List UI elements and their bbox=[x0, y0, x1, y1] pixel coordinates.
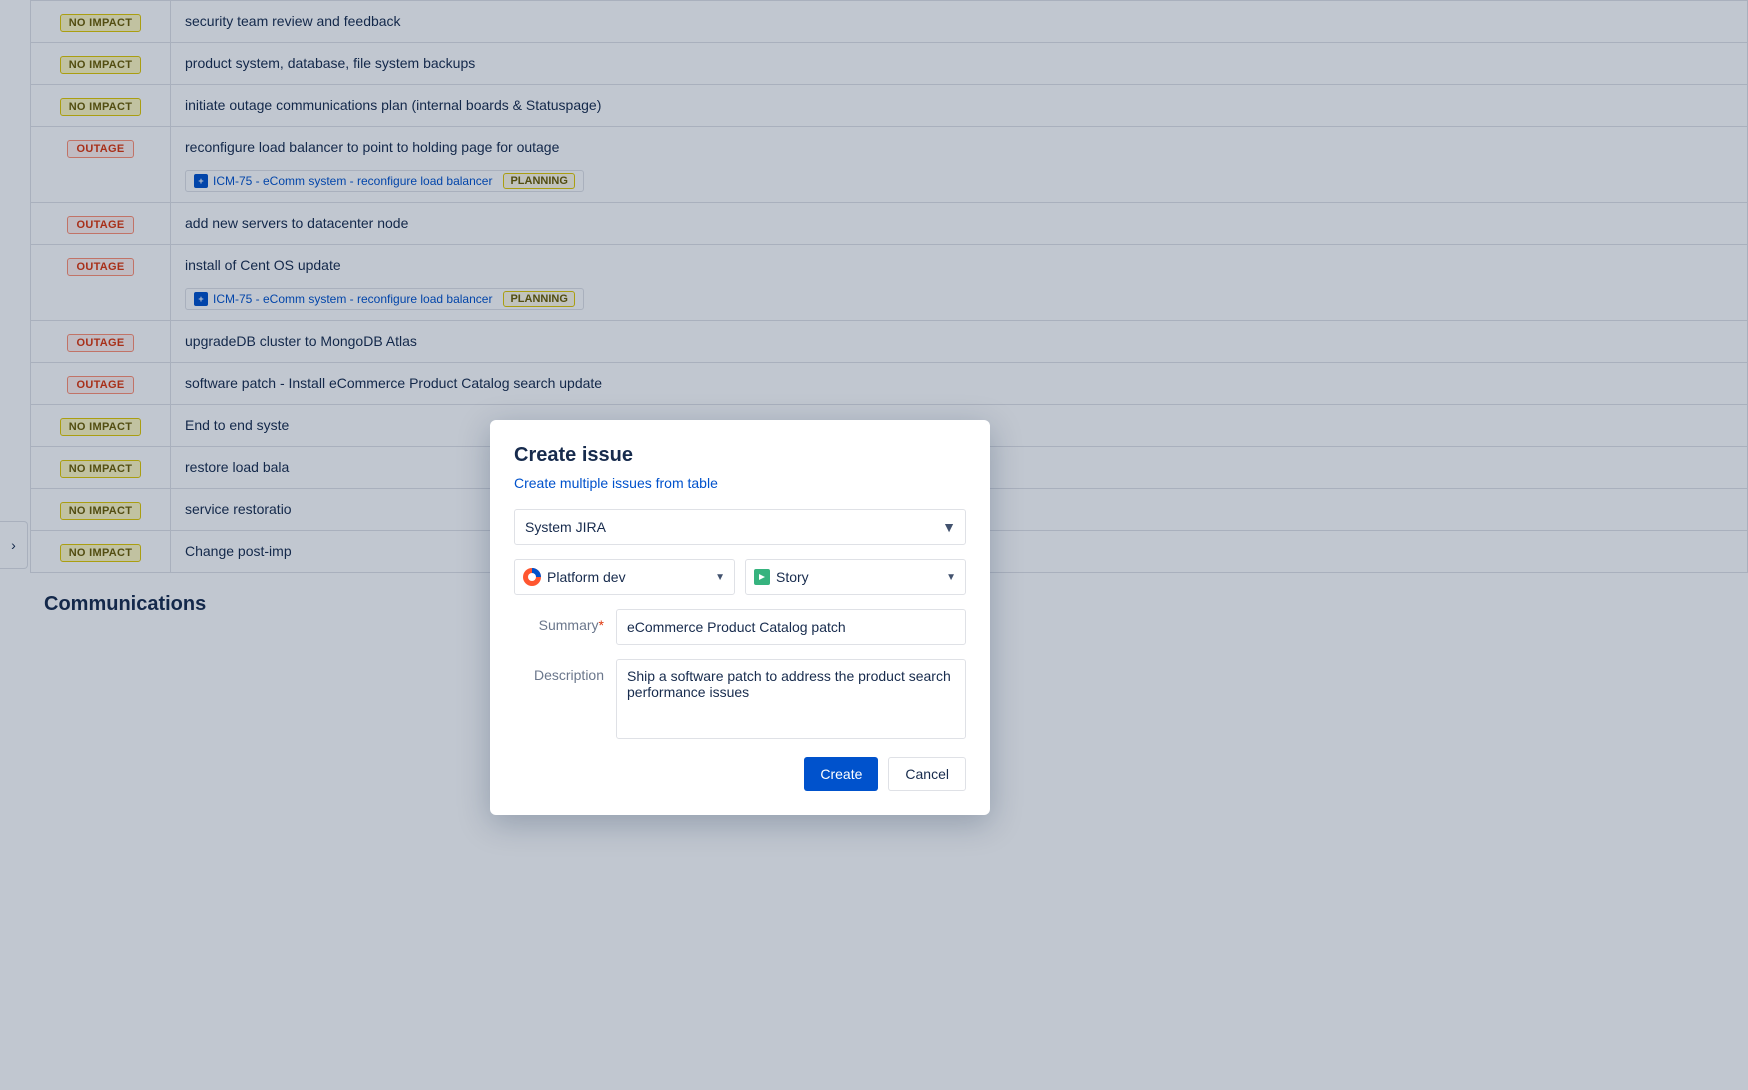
create-issue-modal: Create issue Create multiple issues from… bbox=[490, 420, 990, 815]
create-button[interactable]: Create bbox=[804, 757, 878, 791]
story-type-icon bbox=[754, 569, 770, 585]
team-dropdown-arrow-icon: ▼ bbox=[715, 572, 725, 583]
type-label: Story bbox=[776, 569, 935, 585]
summary-input[interactable] bbox=[616, 609, 966, 645]
modal-project-row: System JIRA ▼ bbox=[514, 509, 966, 545]
modal-actions: Create Cancel bbox=[514, 757, 966, 791]
type-select-wrapper: Story ▼ bbox=[745, 559, 966, 595]
type-dropdown-arrow-icon: ▼ bbox=[946, 572, 956, 583]
description-row: Description Ship a software patch to add… bbox=[514, 659, 966, 739]
project-select-wrapper: System JIRA ▼ bbox=[514, 509, 966, 545]
team-select-wrapper: Platform dev ▼ bbox=[514, 559, 735, 595]
team-label: Platform dev bbox=[547, 569, 704, 585]
description-label: Description bbox=[514, 659, 604, 683]
description-textarea[interactable]: Ship a software patch to address the pro… bbox=[616, 659, 966, 739]
summary-label: Summary* bbox=[514, 609, 604, 633]
modal-team-type-row: Platform dev ▼ Story ▼ bbox=[514, 559, 966, 595]
create-multiple-link[interactable]: Create multiple issues from table bbox=[514, 475, 966, 491]
platform-dev-icon bbox=[523, 568, 541, 586]
team-select-display[interactable]: Platform dev ▼ bbox=[514, 559, 735, 595]
summary-row: Summary* bbox=[514, 609, 966, 645]
cancel-button[interactable]: Cancel bbox=[888, 757, 966, 791]
project-select[interactable]: System JIRA bbox=[514, 509, 966, 545]
modal-title: Create issue bbox=[514, 444, 966, 467]
page-wrapper: › NO IMPACT security team review and fee… bbox=[0, 0, 1748, 1090]
type-select-display[interactable]: Story ▼ bbox=[745, 559, 966, 595]
